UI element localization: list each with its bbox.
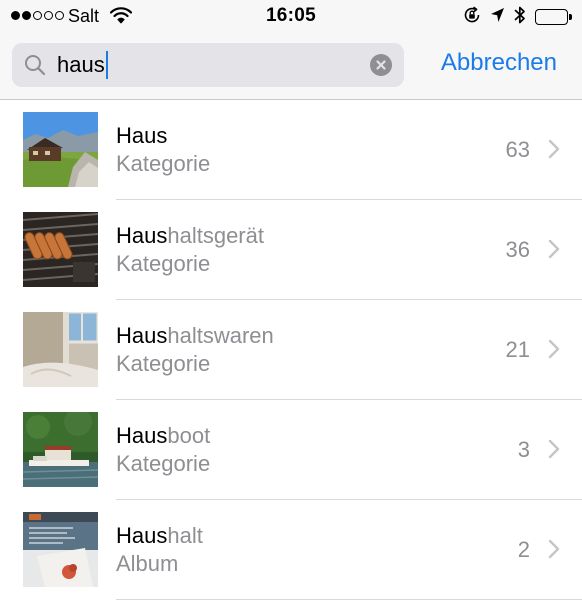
result-thumbnail	[23, 112, 98, 187]
result-title: Haushaltsgerät	[116, 223, 264, 249]
result-count: 2	[517, 537, 530, 562]
result-type: Kategorie	[116, 351, 211, 376]
orientation-lock-icon	[463, 6, 481, 29]
result-title-match: Haus	[116, 323, 168, 348]
result-thumbnail	[23, 312, 98, 387]
chevron-right-icon	[548, 539, 560, 564]
result-row-haushaltsgeraet[interactable]: Haushaltsgerät Kategorie 36	[0, 200, 582, 300]
battery-icon	[535, 9, 572, 25]
search-input[interactable]: haus	[57, 43, 357, 87]
search-header: haus Abbrechen	[0, 34, 582, 100]
result-thumbnail	[23, 512, 98, 587]
clear-icon	[376, 60, 386, 70]
result-title: Haushalt	[116, 523, 203, 549]
search-icon	[24, 54, 46, 81]
result-title: Haus	[116, 123, 167, 149]
result-title-rest: boot	[167, 423, 211, 448]
result-title-match: Haus	[116, 223, 168, 248]
result-title: Haushaltswaren	[116, 323, 274, 349]
result-title-rest: haltswaren	[167, 323, 274, 348]
result-count: 36	[505, 237, 530, 262]
result-title-rest: haltsgerät	[167, 223, 264, 248]
location-arrow-icon	[490, 7, 505, 28]
search-field[interactable]: haus	[12, 43, 404, 87]
bluetooth-icon	[514, 5, 526, 30]
result-row-hausboot[interactable]: Hausboot Kategorie 3	[0, 400, 582, 500]
result-count: 63	[505, 137, 530, 162]
search-results-list: Haus Kategorie 63 Haushaltsgerät Kategor…	[0, 100, 582, 600]
chevron-right-icon	[548, 439, 560, 464]
result-thumbnail	[23, 212, 98, 287]
result-count: 3	[517, 437, 530, 462]
result-title-match: Haus	[116, 523, 168, 548]
result-row-haus[interactable]: Haus Kategorie 63	[0, 100, 582, 200]
result-title-match: Haus	[116, 123, 168, 148]
status-bar: Salt 16:05	[0, 0, 582, 34]
result-thumbnail	[23, 412, 98, 487]
result-count: 21	[505, 337, 530, 362]
cancel-button[interactable]: Abbrechen	[441, 49, 557, 77]
result-title-match: Haus	[116, 423, 168, 448]
result-type: Album	[116, 551, 179, 576]
result-row-haushalt[interactable]: Haushalt Album 2	[0, 500, 582, 600]
clear-search-button[interactable]	[370, 54, 392, 76]
chevron-right-icon	[548, 239, 560, 264]
search-query-text: haus	[57, 52, 105, 77]
result-type: Kategorie	[116, 151, 211, 176]
chevron-right-icon	[548, 339, 560, 364]
chevron-right-icon	[548, 139, 560, 164]
result-type: Kategorie	[116, 451, 211, 476]
result-type: Kategorie	[116, 251, 211, 276]
result-row-haushaltswaren[interactable]: Haushaltswaren Kategorie 21	[0, 300, 582, 400]
result-title: Hausboot	[116, 423, 210, 449]
result-title-rest: halt	[167, 523, 203, 548]
text-cursor	[105, 51, 108, 79]
